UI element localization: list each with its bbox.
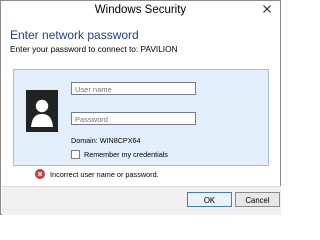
window-title: Windows Security bbox=[94, 4, 187, 16]
button-bar: OK Cancel bbox=[2, 186, 281, 215]
security-dialog: Windows Security Enter network password … bbox=[0, 0, 281, 215]
user-avatar-icon bbox=[26, 90, 58, 132]
credential-tile: Domain: WIN8CPX64 Remember my credential… bbox=[13, 69, 269, 166]
checkbox-box[interactable] bbox=[71, 149, 80, 159]
ok-button[interactable]: OK bbox=[187, 192, 232, 207]
remember-label: Remember my credentials bbox=[84, 149, 168, 159]
title-bar: Windows Security bbox=[1, 1, 280, 21]
username-field[interactable] bbox=[71, 82, 196, 95]
error-icon bbox=[35, 169, 45, 179]
close-icon bbox=[263, 5, 271, 13]
dialog-subtitle: Enter your password to connect to: PAVIL… bbox=[10, 44, 178, 54]
password-field[interactable] bbox=[71, 112, 196, 125]
error-message-row: Incorrect user name or password. bbox=[35, 168, 159, 180]
remember-credentials-checkbox[interactable]: Remember my credentials bbox=[71, 149, 168, 159]
dialog-heading: Enter network password bbox=[10, 28, 139, 42]
cancel-button[interactable]: Cancel bbox=[235, 192, 280, 207]
domain-label: Domain: WIN8CPX64 bbox=[71, 136, 141, 145]
error-message: Incorrect user name or password. bbox=[50, 169, 159, 179]
close-button[interactable] bbox=[260, 2, 274, 16]
